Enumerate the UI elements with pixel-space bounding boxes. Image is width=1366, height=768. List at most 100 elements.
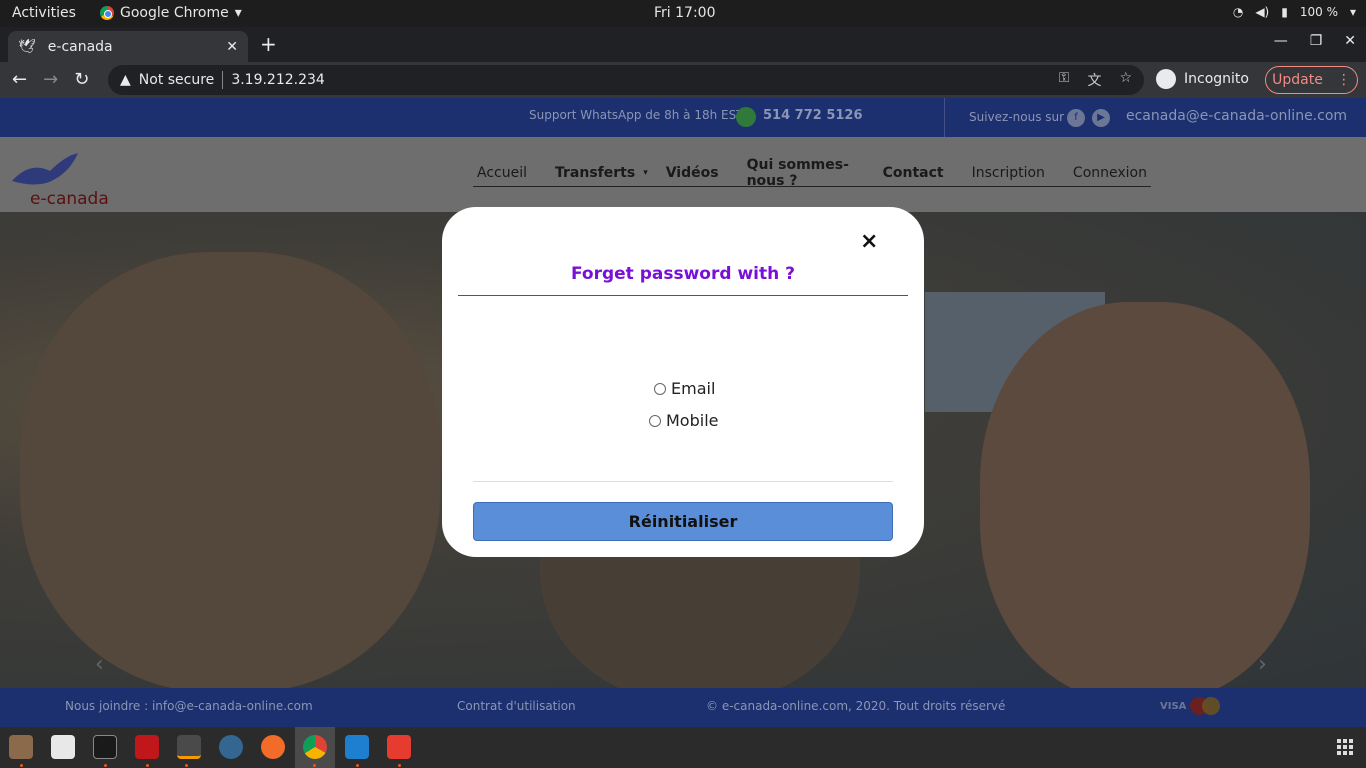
- running-indicator: [313, 764, 316, 767]
- git-client-icon[interactable]: [387, 735, 411, 759]
- mobile-label[interactable]: Mobile: [666, 411, 718, 430]
- email-radio[interactable]: [654, 382, 666, 395]
- security-label[interactable]: Not secure: [139, 72, 215, 88]
- option-mobile[interactable]: Mobile: [649, 411, 718, 430]
- divider: [222, 71, 224, 89]
- email-label[interactable]: Email: [671, 379, 715, 398]
- restore-icon[interactable]: ❐: [1310, 33, 1323, 49]
- clock[interactable]: Fri 17:00: [654, 5, 715, 21]
- contact-email[interactable]: ecanada@e-canada-online.com: [1126, 108, 1347, 124]
- chrome-icon[interactable]: [303, 735, 327, 759]
- omnibox-actions: ⚿ 文 ☆: [1059, 70, 1144, 90]
- tab-title: e-canada: [47, 38, 113, 55]
- app-name: Google Chrome: [120, 5, 229, 21]
- update-button[interactable]: Update ⋮: [1265, 66, 1358, 94]
- pgadmin-icon[interactable]: [219, 735, 243, 759]
- nav-accueil[interactable]: Accueil: [473, 165, 531, 181]
- favicon-bird-icon: 🕊: [18, 38, 36, 55]
- mastercard-logo: [1190, 697, 1220, 715]
- whatsapp-icon: [736, 107, 756, 127]
- carousel-next-icon[interactable]: ›: [1258, 652, 1267, 677]
- battery-icon: ▮: [1281, 5, 1288, 19]
- sublime-text-icon[interactable]: [177, 735, 201, 759]
- system-tray[interactable]: ◔ ◀) ▮ 100 % ▾: [1233, 5, 1356, 19]
- main-nav: Accueil Transferts ▾ Vidéos Qui sommes-n…: [473, 157, 1151, 189]
- site-info-bar: Support WhatsApp de 8h à 18h EST 514 772…: [0, 98, 1366, 137]
- more-menu-icon[interactable]: ⋮: [1337, 72, 1351, 88]
- incognito-indicator[interactable]: Incognito: [1156, 69, 1249, 89]
- facebook-icon[interactable]: f: [1067, 109, 1085, 127]
- filezilla-icon[interactable]: [135, 735, 159, 759]
- site-brand: e-canada: [30, 189, 109, 209]
- postman-icon[interactable]: [261, 735, 285, 759]
- footer-terms-link[interactable]: Contrat d'utilisation: [457, 699, 576, 713]
- site-logo[interactable]: e-canada: [4, 145, 124, 209]
- footer-divider: [473, 481, 893, 482]
- browser-toolbar: ← → ↻ ▲ Not secure 3.19.212.234 ⚿ 文 ☆ In…: [0, 62, 1366, 98]
- follow-text: Suivez-nous sur: [969, 110, 1065, 124]
- activities-button[interactable]: Activities: [12, 5, 76, 21]
- footer-contact[interactable]: Nous joindre : info@e-canada-online.com: [65, 699, 313, 713]
- back-icon[interactable]: ←: [12, 69, 27, 90]
- tab-strip: 🕊 e-canada ✕ + — ❐ ✕: [0, 27, 1366, 62]
- nav-videos[interactable]: Vidéos: [662, 165, 723, 181]
- chevron-down-icon: ▾: [234, 5, 242, 21]
- text-editor-icon[interactable]: [51, 735, 75, 759]
- running-indicator: [185, 764, 188, 767]
- forgot-password-modal: × Forget password with ? Email Mobile Ré…: [442, 207, 924, 557]
- taskbar-dock: [0, 727, 1366, 768]
- youtube-icon[interactable]: ▶: [1092, 109, 1110, 127]
- chevron-down-icon: ▾: [643, 167, 648, 178]
- address-bar[interactable]: ▲ Not secure 3.19.212.234 ⚿ 文 ☆: [108, 65, 1144, 95]
- terminal-icon[interactable]: [93, 735, 117, 759]
- chevron-down-icon: ▾: [1349, 5, 1356, 19]
- nav-connexion[interactable]: Connexion: [1069, 165, 1151, 181]
- window-controls: — ❐ ✕: [1274, 33, 1356, 49]
- mobile-radio[interactable]: [649, 414, 661, 427]
- new-tab-button[interactable]: +: [260, 32, 277, 56]
- divider: [944, 98, 945, 137]
- show-applications-icon[interactable]: [1337, 739, 1353, 755]
- nav-buttons: ← → ↻: [12, 69, 89, 90]
- close-window-icon[interactable]: ✕: [1344, 33, 1356, 49]
- title-divider: [458, 295, 908, 296]
- minimize-icon[interactable]: —: [1274, 33, 1288, 49]
- option-email[interactable]: Email: [654, 379, 715, 398]
- running-indicator: [398, 764, 401, 767]
- running-indicator: [104, 764, 107, 767]
- battery-level: 100 %: [1299, 5, 1338, 19]
- warning-icon[interactable]: ▲: [120, 72, 131, 88]
- key-icon[interactable]: ⚿: [1059, 70, 1070, 90]
- close-icon[interactable]: ×: [860, 229, 878, 254]
- site-header: e-canada Accueil Transferts ▾ Vidéos Qui…: [0, 137, 1366, 212]
- files-app-icon[interactable]: [9, 735, 33, 759]
- star-icon[interactable]: ☆: [1119, 70, 1132, 90]
- nav-qui-sommes-nous[interactable]: Qui sommes-nous ?: [743, 157, 859, 189]
- browser-tab[interactable]: 🕊 e-canada ✕: [8, 31, 248, 62]
- running-indicator: [146, 764, 149, 767]
- reset-button[interactable]: Réinitialiser: [473, 502, 893, 541]
- footer-copyright: © e-canada-online.com, 2020. Tout droits…: [706, 699, 1006, 713]
- phone-number[interactable]: 514 772 5126: [763, 108, 863, 123]
- volume-icon: ◀): [1255, 5, 1270, 19]
- close-tab-icon[interactable]: ✕: [226, 39, 238, 55]
- nav-contact[interactable]: Contact: [879, 165, 948, 181]
- nav-inscription[interactable]: Inscription: [968, 165, 1049, 181]
- update-label: Update: [1272, 72, 1323, 88]
- person-left: [20, 252, 440, 692]
- chrome-icon: [100, 6, 114, 20]
- incognito-icon: [1156, 69, 1176, 89]
- vscode-icon[interactable]: [345, 735, 369, 759]
- url-text[interactable]: 3.19.212.234: [231, 72, 325, 88]
- nav-transferts[interactable]: Transferts: [551, 165, 639, 181]
- translate-icon[interactable]: 文: [1087, 70, 1101, 90]
- app-menu[interactable]: Google Chrome ▾: [100, 5, 242, 21]
- forward-icon[interactable]: →: [43, 69, 58, 90]
- dove-logo-icon: [12, 153, 78, 185]
- wifi-icon: ◔: [1232, 5, 1244, 19]
- support-text: Support WhatsApp de 8h à 18h EST: [529, 108, 744, 122]
- carousel-prev-icon[interactable]: ‹: [95, 652, 104, 677]
- visa-logo: VISA: [1160, 701, 1187, 712]
- reload-icon[interactable]: ↻: [74, 69, 89, 90]
- modal-title: Forget password with ?: [570, 264, 795, 284]
